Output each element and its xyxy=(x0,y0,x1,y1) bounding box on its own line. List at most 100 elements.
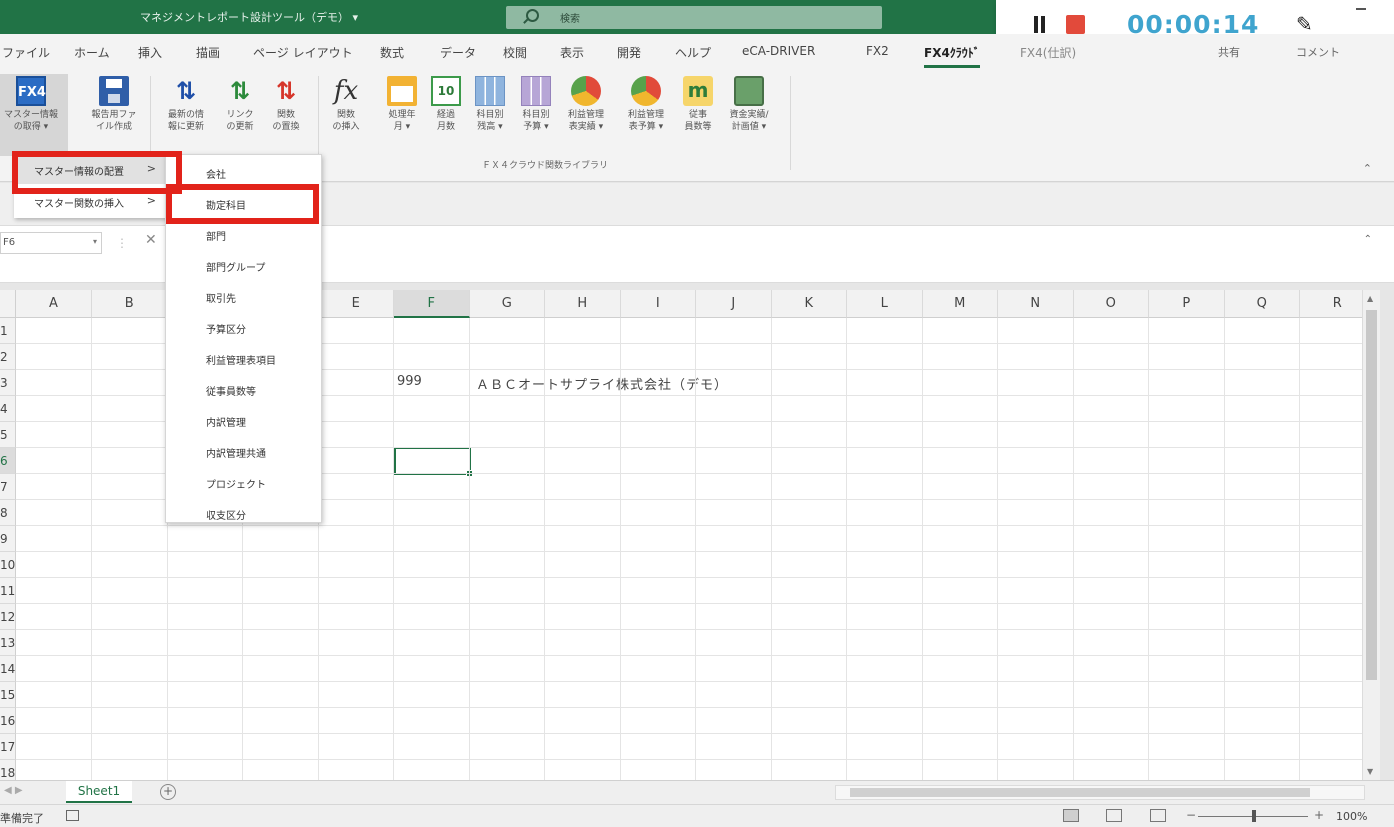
active-cell-F6[interactable] xyxy=(394,447,473,477)
zoom-out-button[interactable]: − xyxy=(1186,808,1196,822)
menu-item-company[interactable]: 会社 xyxy=(166,157,321,187)
row-header-15[interactable]: 15 xyxy=(0,682,16,708)
search-box[interactable]: 検索 xyxy=(506,6,882,29)
tab-data[interactable]: データ xyxy=(440,44,476,61)
row-header-18[interactable]: 18 xyxy=(0,760,16,780)
row-header-3[interactable]: 3 xyxy=(0,370,16,396)
tab-home[interactable]: ホーム xyxy=(74,44,110,61)
menu-item-department-group[interactable]: 部門グループ xyxy=(166,250,321,280)
scroll-down-arrow-icon[interactable]: ▼ xyxy=(1367,767,1373,776)
insert-function-button[interactable]: fx 関数 の挿入 xyxy=(322,74,370,154)
create-report-file-button[interactable]: 報告用ファ イル作成 xyxy=(86,74,142,154)
column-header-R[interactable]: R xyxy=(1300,290,1362,318)
menu-item-project[interactable]: プロジェクト xyxy=(166,467,321,497)
row-header-10[interactable]: 10 xyxy=(0,552,16,578)
name-box[interactable]: F6 ▾ xyxy=(0,232,102,254)
row-header-17[interactable]: 17 xyxy=(0,734,16,760)
menu-item-income-expense-category[interactable]: 収支区分 xyxy=(166,498,321,528)
sheet-nav-arrows-icon[interactable]: ◀ ▶ xyxy=(4,785,23,796)
row-header-13[interactable]: 13 xyxy=(0,630,16,656)
menu-item-client[interactable]: 取引先 xyxy=(166,281,321,311)
column-header-Q[interactable]: Q xyxy=(1224,290,1300,318)
tab-fx2[interactable]: FX2 xyxy=(866,44,889,58)
get-master-info-button[interactable]: FX4 マスター情報 の取得 ▾ xyxy=(0,74,68,156)
expand-formula-bar-icon[interactable]: ⌃ xyxy=(1364,234,1372,245)
collapse-ribbon-icon[interactable]: ⌃ xyxy=(1363,162,1372,175)
menu-item-breakdown-common[interactable]: 内訳管理共通 xyxy=(166,436,321,466)
comment-button[interactable]: コメント xyxy=(1296,44,1340,60)
account-budget-button[interactable]: 科目別 予算 ▾ xyxy=(512,74,560,154)
funds-actual-plan-button[interactable]: 資金実績/ 計画値 ▾ xyxy=(720,74,778,154)
tab-view[interactable]: 表示 xyxy=(560,44,584,61)
tab-help[interactable]: ヘルプ xyxy=(675,44,711,61)
tab-draw[interactable]: 描画 xyxy=(196,44,220,61)
row-header-8[interactable]: 8 xyxy=(0,500,16,526)
row-header-5[interactable]: 5 xyxy=(0,422,16,448)
horizontal-scroll-thumb[interactable] xyxy=(850,788,1310,797)
cell-G3[interactable]: ＡＢＣオートサプライ株式会社（デモ） xyxy=(476,374,728,393)
column-header-N[interactable]: N xyxy=(998,290,1074,318)
tab-fx4-journal[interactable]: FX4(仕訳) xyxy=(1020,44,1076,61)
column-header-H[interactable]: H xyxy=(545,290,621,318)
horizontal-scrollbar[interactable] xyxy=(835,785,1365,800)
refresh-latest-button[interactable]: ⇅ 最新の情 報に更新 xyxy=(162,74,210,154)
update-links-button[interactable]: ⇅ リンク の更新 xyxy=(216,74,264,154)
replace-functions-button[interactable]: ⇅ 関数 の置換 xyxy=(262,74,310,154)
menu-item-employee-count[interactable]: 従事員数等 xyxy=(166,374,321,404)
column-header-M[interactable]: M xyxy=(922,290,998,318)
column-header-P[interactable]: P xyxy=(1149,290,1225,318)
tab-formulas[interactable]: 数式 xyxy=(380,44,404,61)
chevron-down-icon[interactable]: ▾ xyxy=(93,237,97,246)
normal-view-button[interactable] xyxy=(1063,809,1079,822)
menu-item-breakdown[interactable]: 内訳管理 xyxy=(166,405,321,435)
page-layout-view-button[interactable] xyxy=(1106,809,1122,822)
row-header-11[interactable]: 11 xyxy=(0,578,16,604)
column-header-B[interactable]: B xyxy=(92,290,168,318)
minimize-recorder-button[interactable] xyxy=(1356,8,1366,10)
row-header-1[interactable]: 1 xyxy=(0,318,16,344)
row-header-2[interactable]: 2 xyxy=(0,344,16,370)
tab-insert[interactable]: 挿入 xyxy=(138,44,162,61)
account-balance-button[interactable]: 科目別 残高 ▾ xyxy=(466,74,514,154)
column-header-E[interactable]: E xyxy=(318,290,394,318)
scroll-up-arrow-icon[interactable]: ▲ xyxy=(1367,294,1373,303)
tab-fx4-cloud[interactable]: FX4ｸﾗｳﾄﾞ xyxy=(924,44,980,68)
zoom-in-button[interactable]: + xyxy=(1314,808,1324,822)
pause-recording-button[interactable] xyxy=(1033,16,1047,33)
column-header-L[interactable]: L xyxy=(847,290,923,318)
processing-month-button[interactable]: 処理年 月 ▾ xyxy=(378,74,426,154)
profit-actual-button[interactable]: 利益管理 表実績 ▾ xyxy=(558,74,614,154)
column-header-O[interactable]: O xyxy=(1073,290,1149,318)
document-title[interactable]: マネジメントレポート設計ツール（デモ） ▾ xyxy=(140,9,358,25)
row-header-16[interactable]: 16 xyxy=(0,708,16,734)
page-break-view-button[interactable] xyxy=(1150,809,1166,822)
row-header-7[interactable]: 7 xyxy=(0,474,16,500)
column-header-I[interactable]: I xyxy=(620,290,696,318)
cancel-entry-button[interactable]: ✕ xyxy=(145,232,157,248)
add-sheet-button[interactable]: + xyxy=(160,784,176,800)
zoom-level[interactable]: 100% xyxy=(1336,810,1367,823)
profit-budget-button[interactable]: 利益管理 表予算 ▾ xyxy=(618,74,674,154)
menu-item-budget-category[interactable]: 予算区分 xyxy=(166,312,321,342)
row-header-6[interactable]: 6 xyxy=(0,448,16,474)
macro-record-icon[interactable] xyxy=(66,810,79,821)
vertical-scroll-thumb[interactable] xyxy=(1366,310,1377,680)
row-header-9[interactable]: 9 xyxy=(0,526,16,552)
tab-eca-driver[interactable]: eCA-DRIVER xyxy=(742,44,815,58)
sheet-tab-sheet1[interactable]: Sheet1 xyxy=(66,781,132,803)
tab-file[interactable]: ファイル xyxy=(2,44,50,61)
column-header-J[interactable]: J xyxy=(696,290,772,318)
column-header-K[interactable]: K xyxy=(771,290,847,318)
column-header-F[interactable]: F xyxy=(394,290,470,318)
row-header-4[interactable]: 4 xyxy=(0,396,16,422)
row-header-14[interactable]: 14 xyxy=(0,656,16,682)
elapsed-months-button[interactable]: 10 経過 月数 xyxy=(422,74,470,154)
tab-developer[interactable]: 開発 xyxy=(617,44,641,61)
row-header-12[interactable]: 12 xyxy=(0,604,16,630)
column-header-G[interactable]: G xyxy=(469,290,545,318)
menu-item-profit-table-item[interactable]: 利益管理表項目 xyxy=(166,343,321,373)
vertical-scrollbar[interactable]: ▲ ▼ xyxy=(1362,290,1380,780)
tab-review[interactable]: 校閲 xyxy=(503,44,527,61)
stop-recording-button[interactable] xyxy=(1066,15,1085,34)
cell-F3[interactable]: 999 xyxy=(397,374,422,389)
